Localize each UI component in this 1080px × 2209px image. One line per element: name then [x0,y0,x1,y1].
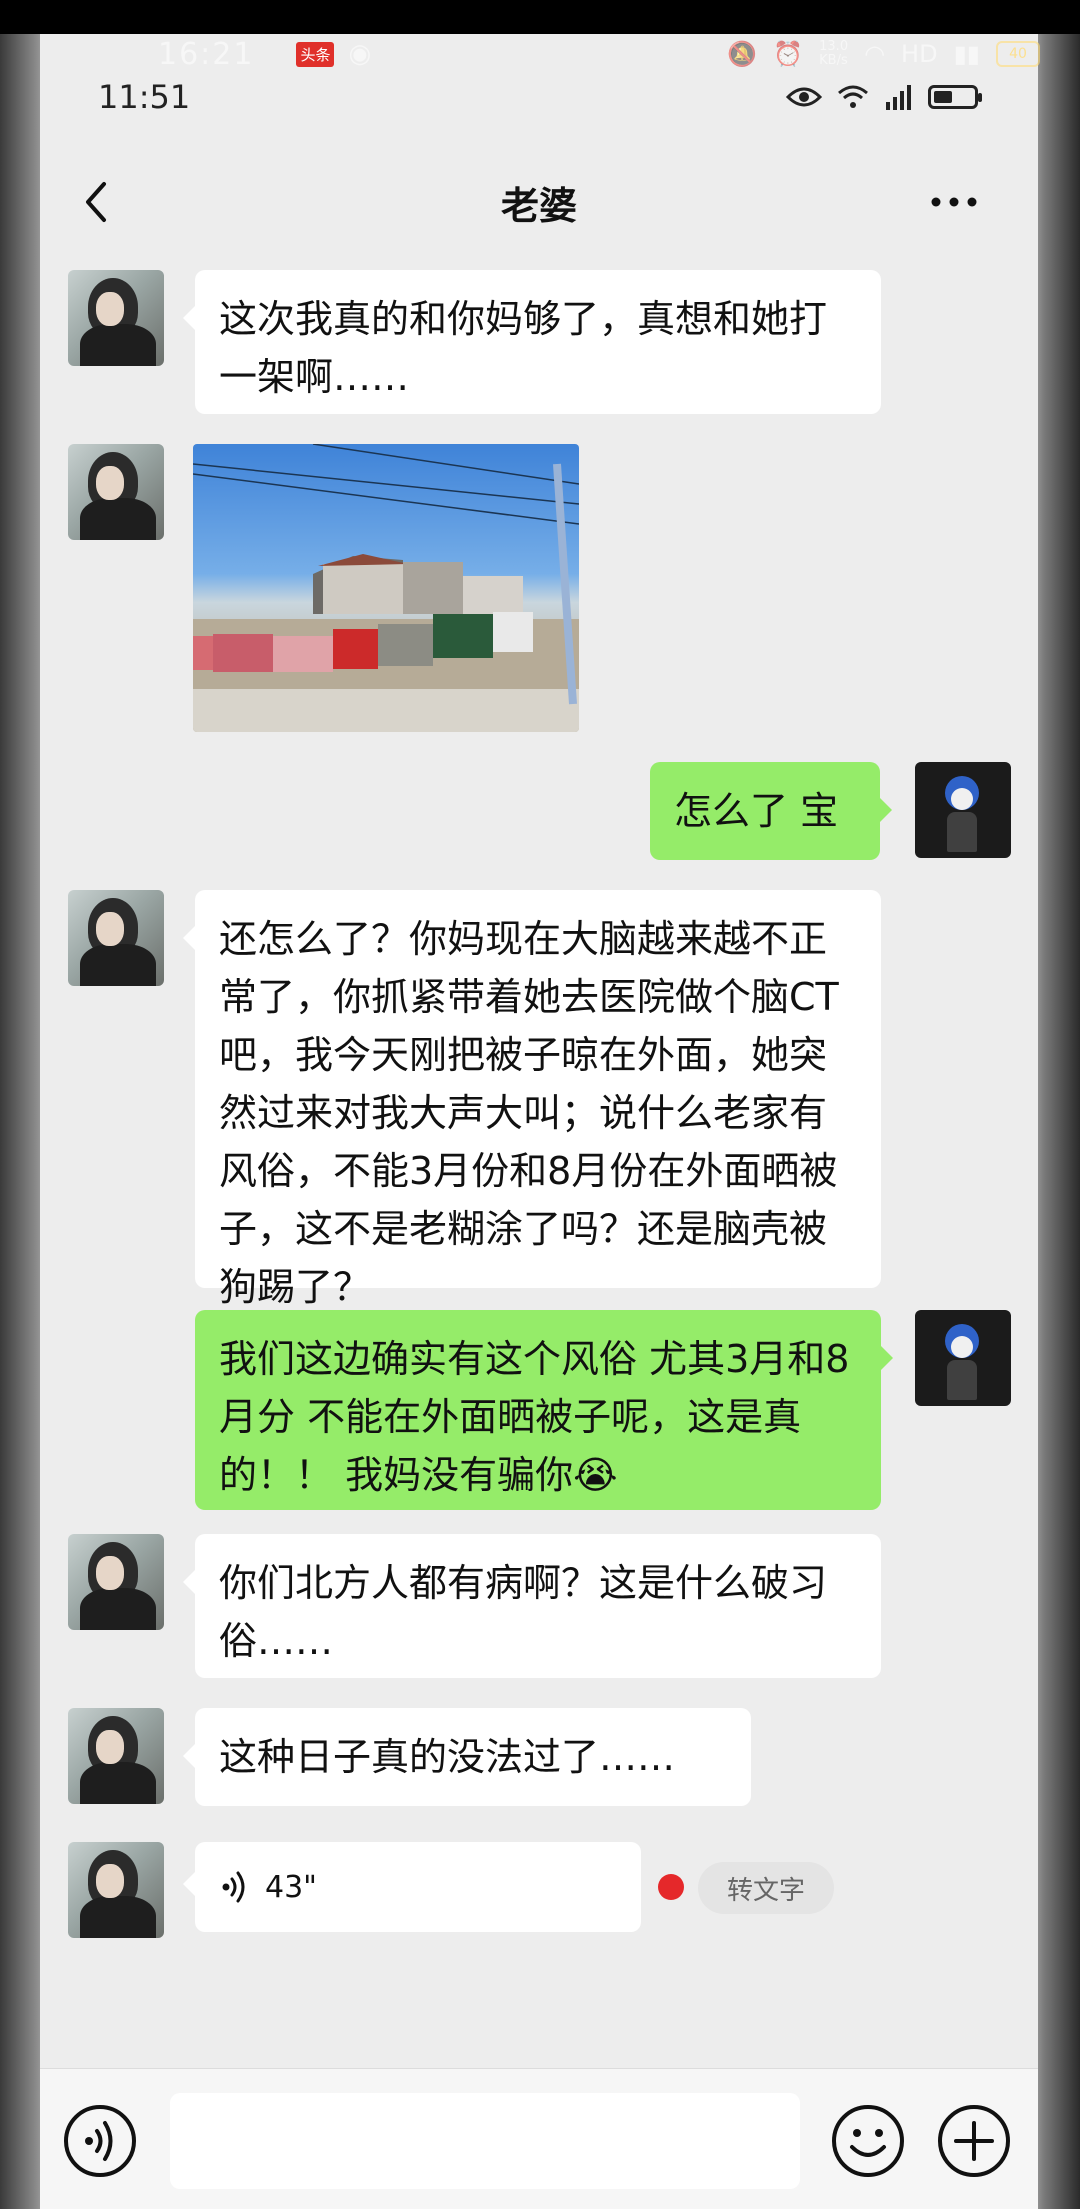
plus-icon[interactable] [936,2103,1012,2179]
status-icons [786,84,982,110]
image-message[interactable] [193,444,579,732]
unread-voice-dot [658,1874,684,1900]
my-avatar[interactable] [915,1310,1011,1406]
voice-waves-icon [222,1871,245,1903]
status-time: 11:51 [98,78,191,116]
more-options-icon[interactable] [926,182,982,222]
message-input[interactable] [170,2093,800,2189]
contact-avatar[interactable] [68,1534,164,1630]
voice-input-icon[interactable] [62,2103,138,2179]
wifi-icon-outer: ◠ [864,40,886,68]
toutiao-badge: 头条 [296,41,335,67]
phone-screen: 11:51 老婆 这次我真的和你妈够了，真想和她打一架啊…… 怎么了 宝 还怎么… [40,34,1038,2209]
message-bubble[interactable]: 怎么了 宝 [650,762,892,860]
voice-message[interactable]: 43" [183,1842,641,1932]
chat-title: 老婆 [500,183,577,228]
outer-time: 16:21 [158,36,255,72]
wifi-icon [838,85,868,108]
message-bubble[interactable]: 这次我真的和你妈够了，真想和她打一架啊…… [183,270,881,414]
photo-content [193,444,579,732]
message-bubble[interactable]: 这种日子真的没法过了…… [183,1708,751,1806]
my-avatar[interactable] [915,762,1011,858]
alarm-icon: ⏰ [773,40,804,68]
battery-icon [928,85,982,109]
cellular-signal-icon [886,85,911,110]
signal-icon-outer: ▮▮ [953,40,980,68]
nav-bar: 老婆 [40,142,1038,262]
outer-status-icons: 🔕 ⏰ 13.0 KB/s ◠ HD ▮▮ 40 [727,40,1040,68]
eye-icon [786,87,822,107]
message-bubble[interactable]: 还怎么了？你妈现在大脑越来越不正常了，你抓紧带着她去医院做个脑CT吧，我今天刚把… [183,890,881,1309]
message-bubble[interactable]: 我们这边确实有这个风俗 尤其3月和8月分 不能在外面晒被子呢，这是真的！！ 我妈… [195,1310,893,1510]
back-arrow-icon[interactable] [74,178,122,226]
outer-battery: 40 [996,41,1040,67]
message-bubble[interactable]: 你们北方人都有病啊？这是什么破习俗…… [183,1534,881,1678]
input-bar [40,2068,1038,2209]
contact-avatar[interactable] [68,1708,164,1804]
voice-duration: 43" [265,1869,317,1905]
wechat-icon: ◉ [348,39,372,69]
mute-icon: 🔕 [727,40,758,68]
convert-to-text-button[interactable]: 转文字 [698,1862,834,1914]
contact-avatar[interactable] [68,890,164,986]
network-speed: 13.0 KB/s [819,39,849,68]
contact-avatar[interactable] [68,1842,164,1938]
outer-status-line: 16:21 头条 ◉ 🔕 ⏰ 13.0 KB/s ◠ HD ▮▮ 40 [40,34,1040,74]
contact-avatar[interactable] [68,444,164,540]
hd-label: HD [901,40,938,68]
contact-avatar[interactable] [68,270,164,366]
emoji-icon[interactable] [830,2103,906,2179]
outer-status-strip [0,0,1080,34]
